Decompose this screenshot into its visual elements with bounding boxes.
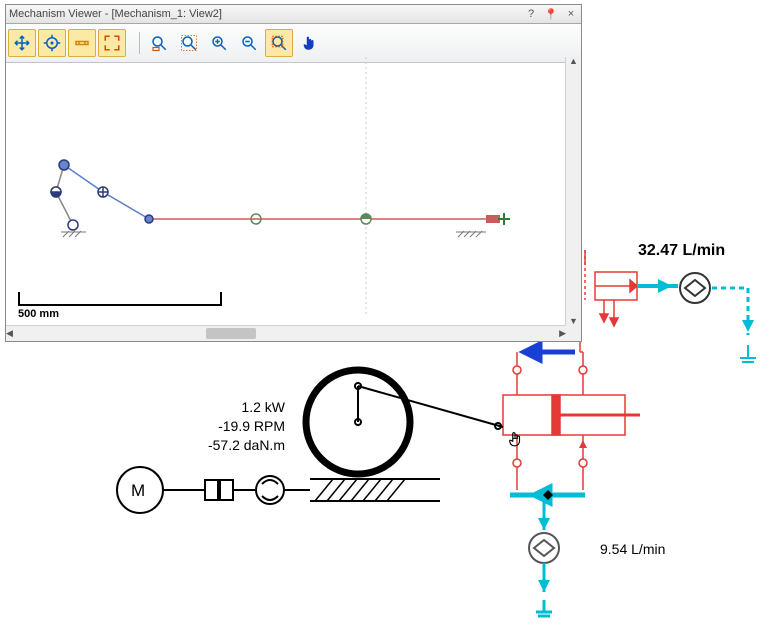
panel-horizontal-scrollbar[interactable]: ◀ ▶ <box>6 325 566 341</box>
scale-label: 500 mm <box>18 308 222 320</box>
tool-fit-button[interactable] <box>98 29 126 57</box>
motor-symbol-letter: M <box>131 481 145 501</box>
panel-close-button[interactable]: × <box>564 8 578 21</box>
panel-title: Mechanism Viewer - [Mechanism_1: View2] <box>9 8 222 20</box>
panel-help-button[interactable]: ? <box>524 8 538 21</box>
panel-titlebar[interactable]: Mechanism Viewer - [Mechanism_1: View2] … <box>6 5 581 24</box>
tool-zoom-in-button[interactable] <box>205 29 233 57</box>
tool-zoom-rect-in-button[interactable] <box>145 29 173 57</box>
tool-target-button[interactable] <box>38 29 66 57</box>
scale-bar: 500 mm <box>18 292 222 320</box>
mechanism-viewer-panel: Mechanism Viewer - [Mechanism_1: View2] … <box>5 4 582 342</box>
readout-speed: -19.9 RPM <box>195 417 285 436</box>
tool-joint-button[interactable] <box>68 29 96 57</box>
panel-vertical-scrollbar[interactable]: ▲ ▼ <box>565 57 581 326</box>
tool-zoom-rect-out-button[interactable] <box>175 29 203 57</box>
panel-pin-button[interactable]: 📍 <box>544 8 558 21</box>
readout-power: 1.2 kW <box>195 398 285 417</box>
readout-flow-bottom: 9.54 L/min <box>600 540 665 559</box>
pointer-cursor-icon <box>506 430 524 453</box>
tool-move-button[interactable] <box>8 29 36 57</box>
readout-torque: -57.2 daN.m <box>195 436 285 455</box>
tool-pan-button[interactable] <box>295 29 323 57</box>
tool-zoom-window-button[interactable] <box>265 29 293 57</box>
tool-zoom-out-button[interactable] <box>235 29 263 57</box>
scroll-thumb[interactable] <box>206 328 256 339</box>
panel-canvas[interactable]: 500 mm <box>6 57 581 326</box>
readout-flow-top: 32.47 L/min <box>638 240 725 262</box>
